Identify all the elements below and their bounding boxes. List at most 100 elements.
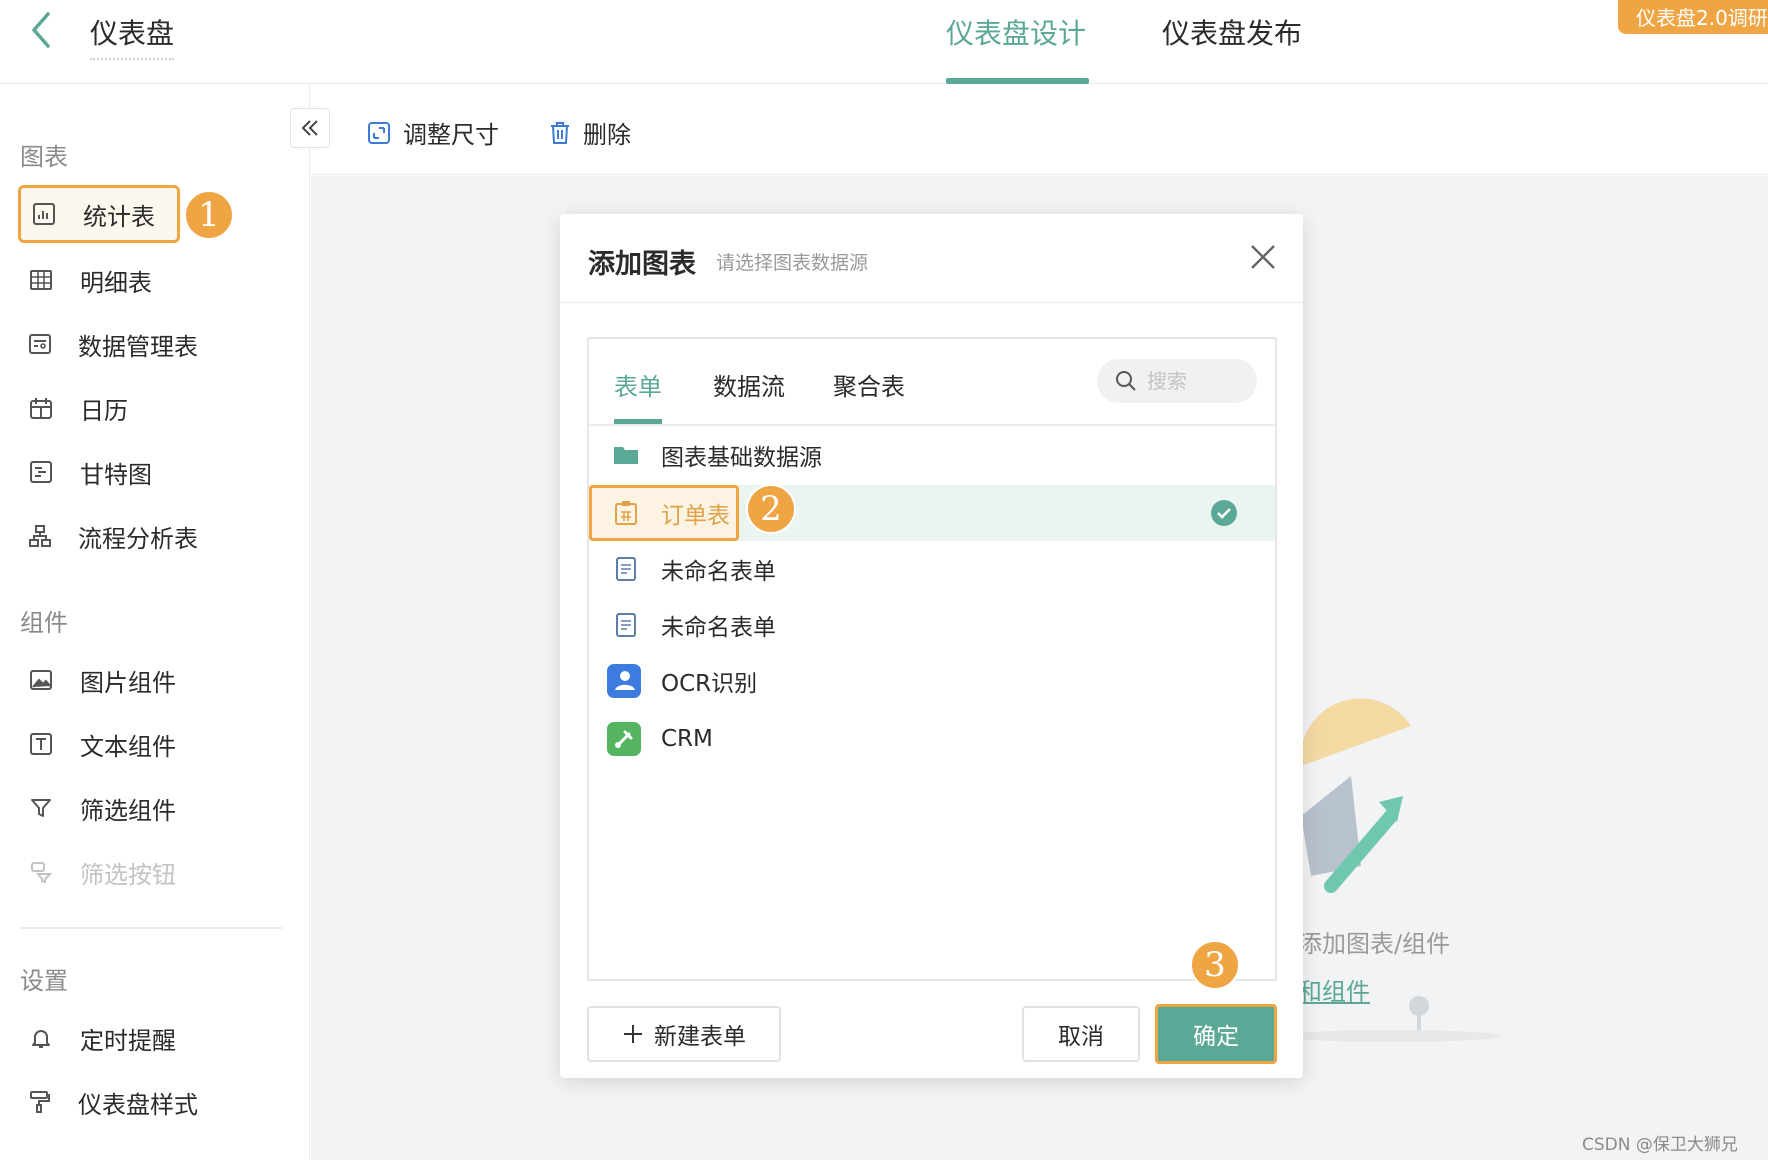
trash-icon xyxy=(551,121,569,144)
list-item-label: OCR识别 xyxy=(661,671,758,697)
search-box[interactable] xyxy=(1097,359,1257,403)
resize-button[interactable]: 调整尺寸 xyxy=(367,115,499,150)
section-title-charts: 图表 xyxy=(20,143,68,171)
component-sidebar: 图表 统计表 明细表 数据管理表 日历 甘特图 流程分析表 组件 图片组件 文本… xyxy=(0,85,310,1160)
sidebar-item-statistics-table[interactable]: 统计表 xyxy=(18,185,180,243)
survey-badge[interactable]: 仪表盘2.0调研 xyxy=(1618,0,1768,34)
sidebar-item-label: 筛选组件 xyxy=(80,796,176,825)
document-icon xyxy=(611,610,641,640)
watermark: CSDN @保卫大狮兄 xyxy=(1582,1135,1738,1155)
sidebar-item-label: 文本组件 xyxy=(80,732,176,761)
sidebar-divider xyxy=(20,927,282,929)
document-icon xyxy=(611,554,641,584)
section-title-settings: 设置 xyxy=(20,967,68,995)
editor-toolbar: 调整尺寸 删除 xyxy=(311,85,1768,175)
dialog-subtitle: 请选择图表数据源 xyxy=(716,252,869,274)
sidebar-item-scheduled-reminder[interactable]: 定时提醒 xyxy=(18,1009,178,1067)
filter-button-icon xyxy=(28,859,54,885)
list-item-label: 未命名表单 xyxy=(661,615,776,641)
double-chevron-left-icon xyxy=(301,120,318,136)
tab-dashboard-publish[interactable]: 仪表盘发布 xyxy=(1162,12,1302,52)
gantt-icon xyxy=(28,459,54,485)
delete-button[interactable]: 删除 xyxy=(549,115,631,150)
sidebar-item-dashboard-style[interactable]: 仪表盘样式 xyxy=(18,1073,198,1131)
sidebar-item-label: 流程分析表 xyxy=(78,524,198,553)
empty-state-link[interactable]: 和组件 xyxy=(1298,972,1370,1007)
tab-forms[interactable]: 表单 xyxy=(614,367,662,402)
grid-table-icon xyxy=(28,267,54,293)
dialog-header-divider xyxy=(560,302,1303,303)
confirm-button[interactable]: 确定 xyxy=(1155,1004,1277,1064)
plus-icon xyxy=(624,1025,642,1043)
list-item-label: 订单表 xyxy=(661,503,730,529)
empty-state-hint: 添加图表/组件 xyxy=(1298,930,1451,958)
sidebar-item-detail-table[interactable]: 明细表 xyxy=(18,251,178,309)
sidebar-item-label: 仪表盘样式 xyxy=(78,1090,198,1119)
calendar-icon xyxy=(28,395,54,421)
step-badge-2: 2 xyxy=(746,484,796,534)
list-item-crm[interactable]: CRM xyxy=(589,711,1275,767)
collapse-sidebar-button[interactable] xyxy=(290,108,330,148)
cancel-button[interactable]: 取消 xyxy=(1022,1006,1140,1062)
data-table-icon xyxy=(28,331,52,357)
list-item-untitled-form-1[interactable]: 未命名表单 xyxy=(589,541,1275,597)
sidebar-item-label: 数据管理表 xyxy=(78,332,198,361)
step-badge-3: 3 xyxy=(1190,940,1240,990)
paint-roller-icon xyxy=(28,1089,52,1115)
bell-icon xyxy=(28,1025,54,1051)
crm-app-icon xyxy=(607,722,641,756)
step-badge-1: 1 xyxy=(184,190,234,240)
back-arrow-icon[interactable] xyxy=(22,10,62,50)
bar-chart-icon xyxy=(31,201,57,227)
list-item-folder[interactable]: 图表基础数据源 xyxy=(589,427,1275,483)
tab-dashboard-design[interactable]: 仪表盘设计 xyxy=(946,12,1086,52)
sidebar-item-label: 明细表 xyxy=(80,268,152,297)
search-icon xyxy=(1116,371,1136,391)
new-form-label: 新建表单 xyxy=(654,1024,746,1050)
data-source-panel: 表单 数据流 聚合表 图表基础数据源 订单表 未命名表单 xyxy=(587,337,1277,981)
sidebar-item-text-component[interactable]: 文本组件 xyxy=(18,715,178,773)
list-item-order-form[interactable]: 订单表 xyxy=(589,485,1275,541)
filter-icon xyxy=(28,795,54,821)
ocr-app-icon xyxy=(607,664,641,698)
section-title-components: 组件 xyxy=(20,609,68,637)
dialog-title: 添加图表 xyxy=(588,249,696,280)
form-icon xyxy=(611,498,641,528)
resize-icon xyxy=(368,121,390,144)
folder-icon xyxy=(611,440,641,470)
sidebar-item-data-management-table[interactable]: 数据管理表 xyxy=(18,315,198,373)
close-icon[interactable] xyxy=(1248,242,1278,272)
active-tab-indicator xyxy=(946,78,1089,84)
new-form-button[interactable]: 新建表单 xyxy=(587,1006,781,1062)
sidebar-item-label: 定时提醒 xyxy=(80,1026,176,1055)
add-chart-dialog: 添加图表 请选择图表数据源 表单 数据流 聚合表 图表基础数据源 订单表 xyxy=(560,214,1303,1078)
text-icon xyxy=(28,731,54,757)
delete-label: 删除 xyxy=(583,121,631,149)
search-input[interactable] xyxy=(1147,369,1247,393)
sidebar-item-flow-analysis[interactable]: 流程分析表 xyxy=(18,507,198,565)
sidebar-item-filter-component[interactable]: 筛选组件 xyxy=(18,779,178,837)
list-item-label: CRM xyxy=(661,726,713,752)
image-icon xyxy=(28,667,54,693)
sidebar-item-label: 甘特图 xyxy=(80,460,152,489)
top-bar: 仪表盘 仪表盘设计 仪表盘发布 仪表盘2.0调研 xyxy=(0,0,1768,84)
resize-label: 调整尺寸 xyxy=(403,121,499,149)
sidebar-item-calendar[interactable]: 日历 xyxy=(18,379,178,437)
list-item-ocr[interactable]: OCR识别 xyxy=(589,653,1275,709)
sidebar-item-label: 筛选按钮 xyxy=(80,860,176,889)
list-item-label: 图表基础数据源 xyxy=(661,445,822,471)
list-item-untitled-form-2[interactable]: 未命名表单 xyxy=(589,597,1275,653)
sidebar-item-label: 统计表 xyxy=(83,202,155,231)
check-circle-icon xyxy=(1211,500,1237,526)
sidebar-item-label: 日历 xyxy=(80,396,128,425)
tab-data-flow[interactable]: 数据流 xyxy=(713,367,785,402)
sidebar-item-image-component[interactable]: 图片组件 xyxy=(18,651,178,709)
sidebar-item-gantt[interactable]: 甘特图 xyxy=(18,443,178,501)
dashboard-title[interactable]: 仪表盘 xyxy=(90,12,175,60)
list-item-label: 未命名表单 xyxy=(661,559,776,585)
tab-aggregate-table[interactable]: 聚合表 xyxy=(833,367,905,402)
sidebar-item-label: 图片组件 xyxy=(80,668,176,697)
sidebar-item-filter-button[interactable]: 筛选按钮 xyxy=(18,843,178,901)
flow-icon xyxy=(28,523,52,549)
tab-divider xyxy=(589,424,1275,426)
